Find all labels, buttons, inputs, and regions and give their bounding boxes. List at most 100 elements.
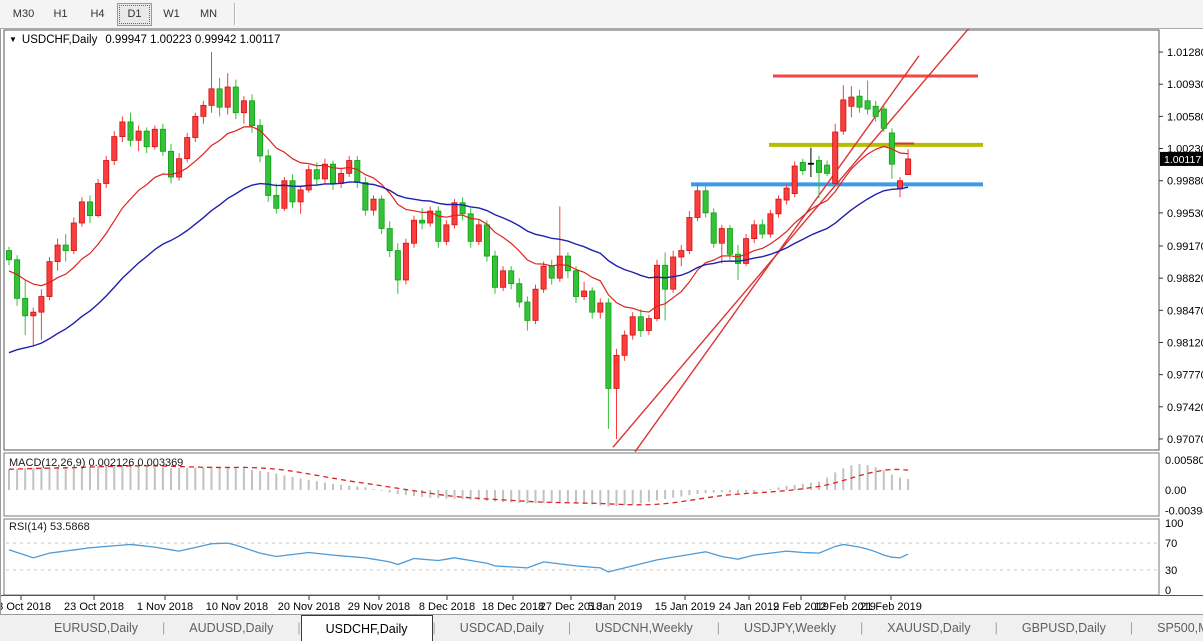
candle-body: [589, 290, 596, 313]
tab-usdcad-daily[interactable]: USDCAD,Daily: [436, 615, 568, 641]
tab-xauusd-daily[interactable]: XAUUSD,Daily: [863, 615, 994, 641]
macd-axis-label: 0.00: [1165, 485, 1186, 497]
date-tick-label: 18 Dec 2018: [482, 601, 544, 613]
price-tick-label: 1.00930: [1167, 79, 1203, 91]
rsi-axis-label: 30: [1165, 565, 1177, 577]
candle-body: [629, 316, 636, 336]
candle-body: [702, 190, 709, 214]
date-tick-label: 23 Oct 2018: [64, 601, 124, 613]
rsi-axis-label: 100: [1165, 518, 1183, 530]
tab-usdcnh-weekly[interactable]: USDCNH,Weekly: [571, 615, 717, 641]
candle-body: [22, 297, 29, 317]
candle-body: [597, 302, 604, 313]
candle-body: [491, 255, 498, 288]
price-tick-label: 1.00580: [1167, 111, 1203, 123]
candle-body: [402, 242, 409, 281]
candle-body: [799, 161, 806, 172]
symbol-dropdown-icon[interactable]: ▼: [9, 35, 17, 44]
candle-body: [248, 100, 255, 126]
timeframe-toolbar: M30 H1 H4 D1 W1 MN: [0, 0, 1203, 29]
rsi-value: 53.5868: [49, 521, 90, 533]
candle-body: [208, 88, 215, 106]
date-tick-label: 15 Jan 2019: [655, 601, 716, 613]
candle-body: [508, 270, 515, 285]
price-tick-label: 0.98120: [1167, 337, 1203, 349]
candle-body: [880, 108, 887, 129]
candle-body: [864, 100, 871, 110]
chart-area[interactable]: 1.01280 1.00930 1.00580 1.00230 0.99880 0.995…: [0, 29, 1203, 614]
candle-body: [297, 189, 304, 203]
candle-body: [14, 259, 21, 299]
timeframe-button-h1[interactable]: H1: [43, 3, 78, 26]
date-tick-label: 5 Jan 2019: [588, 601, 642, 613]
candle-body: [548, 265, 555, 279]
symbol-label: USDCHF,Daily: [21, 34, 98, 46]
tab-eurusd-daily[interactable]: EURUSD,Daily: [30, 615, 162, 641]
date-tick-label: 8 Dec 2018: [419, 601, 475, 613]
price-tick-label: 0.99530: [1167, 208, 1203, 220]
candle-body: [840, 99, 847, 132]
timeframe-button-h4[interactable]: H4: [80, 3, 115, 26]
price-tick-label: 0.99170: [1167, 241, 1203, 253]
main-panel-frame: [3, 29, 1160, 451]
candle-body: [184, 137, 191, 160]
chart-canvas[interactable]: 1.012801.009301.005801.002300.998800.995…: [1, 29, 1203, 614]
date-tick-label: 20 Nov 2018: [278, 601, 340, 613]
tab-usdchf-daily[interactable]: USDCHF,Daily: [300, 615, 433, 641]
date-tick-label: 1 Nov 2018: [137, 601, 193, 613]
rsi-axis-label: 70: [1165, 538, 1177, 550]
candle-body: [686, 217, 693, 251]
candle-body: [240, 100, 247, 114]
candle-body: [670, 256, 677, 290]
candle-body: [451, 202, 458, 226]
timeframe-button-mn[interactable]: MN: [191, 3, 226, 26]
candle-body: [605, 302, 612, 389]
price-tick-label: 0.98820: [1167, 273, 1203, 285]
timeframe-button-w1[interactable]: W1: [154, 3, 189, 26]
candle-body: [54, 244, 61, 262]
candle-body: [87, 201, 94, 217]
price-tick-label: 0.98470: [1167, 305, 1203, 317]
candle-body: [167, 150, 174, 178]
candle-body: [718, 228, 725, 244]
candle-body: [338, 172, 345, 184]
candle-body: [872, 105, 879, 117]
candle-body: [897, 180, 904, 190]
rsi-name: RSI(14): [9, 521, 47, 533]
candle-body: [581, 290, 588, 297]
candle-body: [735, 253, 742, 264]
rsi-label: RSI(14) 53.5868: [9, 521, 90, 533]
candle-body: [556, 255, 563, 279]
candle-body: [62, 244, 69, 251]
candle-body: [410, 219, 417, 244]
timeframe-button-d1[interactable]: D1: [117, 2, 152, 26]
price-tick-label: 0.97070: [1167, 434, 1203, 446]
candle-body: [38, 296, 45, 313]
candle-body: [532, 288, 539, 321]
candle-body: [483, 224, 490, 257]
candle-body: [143, 130, 150, 148]
candle-body: [694, 190, 701, 218]
candle-body: [500, 270, 507, 288]
candle-body: [767, 213, 774, 235]
tab-gbpusd-daily[interactable]: GBPUSD,Daily: [998, 615, 1130, 641]
rsi-panel-frame: [3, 518, 1160, 596]
candle-body: [540, 265, 547, 290]
tab-sp500-m15[interactable]: SP500,M15: [1133, 615, 1203, 641]
macd-axis-label: -0.003945: [1165, 505, 1203, 517]
macd-name: MACD(12,26,9): [9, 457, 86, 469]
candle-body: [378, 198, 385, 229]
ohlc-values: 0.99947 1.00223 0.99942 1.00117: [105, 34, 281, 46]
candle-body: [678, 250, 685, 258]
candle-body: [370, 198, 377, 211]
candle-body: [905, 158, 912, 175]
date-tick-label: 10 Nov 2018: [206, 601, 268, 613]
tab-usdjpy-weekly[interactable]: USDJPY,Weekly: [720, 615, 860, 641]
candle-body: [111, 136, 118, 161]
tab-audusd-daily[interactable]: AUDUSD,Daily: [165, 615, 297, 641]
candle-body: [654, 264, 661, 319]
candle-body: [200, 104, 207, 117]
candle-body: [46, 261, 53, 297]
candle-body: [159, 128, 166, 152]
timeframe-button-m30[interactable]: M30: [6, 3, 41, 26]
